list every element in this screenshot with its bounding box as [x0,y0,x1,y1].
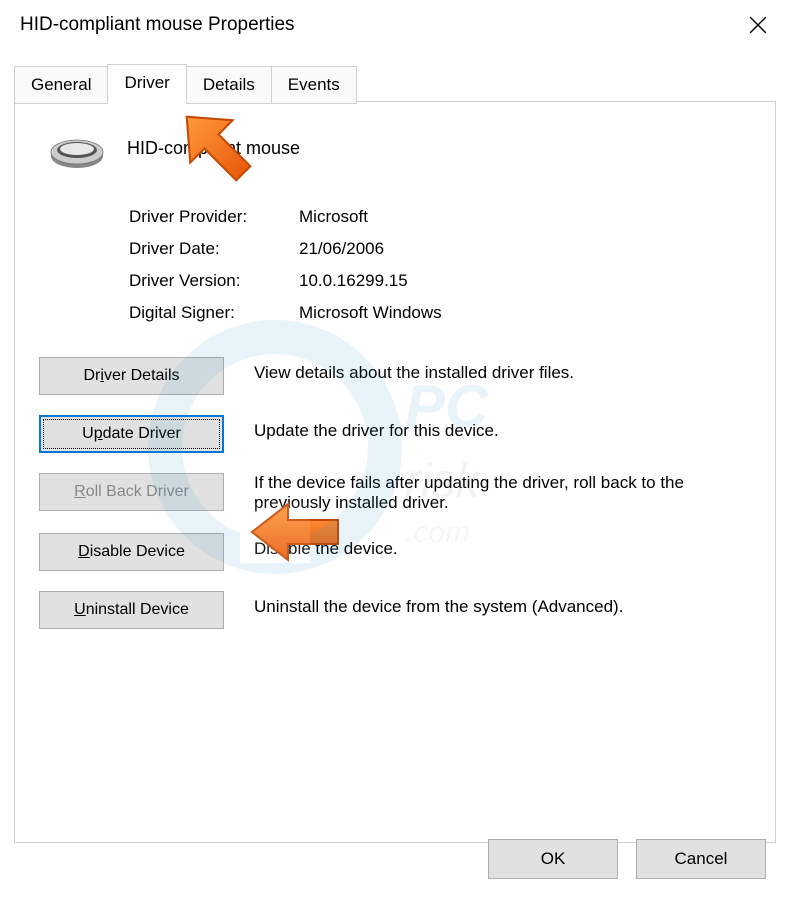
tab-general[interactable]: General [14,66,108,104]
driver-details-button[interactable]: Driver Details [39,357,224,395]
date-label: Driver Date: [129,239,299,259]
tab-events[interactable]: Events [271,66,357,104]
driver-details-desc: View details about the installed driver … [254,357,751,383]
properties-window: HID-compliant mouse Properties General D… [0,0,790,897]
window-title: HID-compliant mouse Properties [20,14,295,36]
tab-panel-driver: HID-compliant mouse Driver Provider: Mic… [14,101,776,843]
titlebar: HID-compliant mouse Properties [0,0,790,50]
version-value: 10.0.16299.15 [299,271,408,291]
annotation-arrow-icon [170,100,260,194]
annotation-arrow-icon [248,502,343,566]
update-driver-desc: Update the driver for this device. [254,415,751,441]
update-driver-button[interactable]: Update Driver [39,415,224,453]
provider-value: Microsoft [299,207,368,227]
signer-label: Digital Signer: [129,303,299,323]
driver-info: Driver Provider: Microsoft Driver Date: … [129,201,751,329]
ok-button[interactable]: OK [488,839,618,879]
version-label: Driver Version: [129,271,299,291]
cancel-button[interactable]: Cancel [636,839,766,879]
tab-strip: General Driver Details Events [14,64,776,102]
tab-details[interactable]: Details [186,66,272,104]
close-icon[interactable] [742,9,774,41]
uninstall-desc: Uninstall the device from the system (Ad… [254,591,751,617]
uninstall-device-button[interactable]: Uninstall Device [39,591,224,629]
disable-device-button[interactable]: Disable Device [39,533,224,571]
signer-value: Microsoft Windows [299,303,442,323]
date-value: 21/06/2006 [299,239,384,259]
provider-label: Driver Provider: [129,207,299,227]
mouse-icon [47,126,107,171]
roll-back-driver-button: Roll Back Driver [39,473,224,511]
tab-driver[interactable]: Driver [107,64,186,102]
